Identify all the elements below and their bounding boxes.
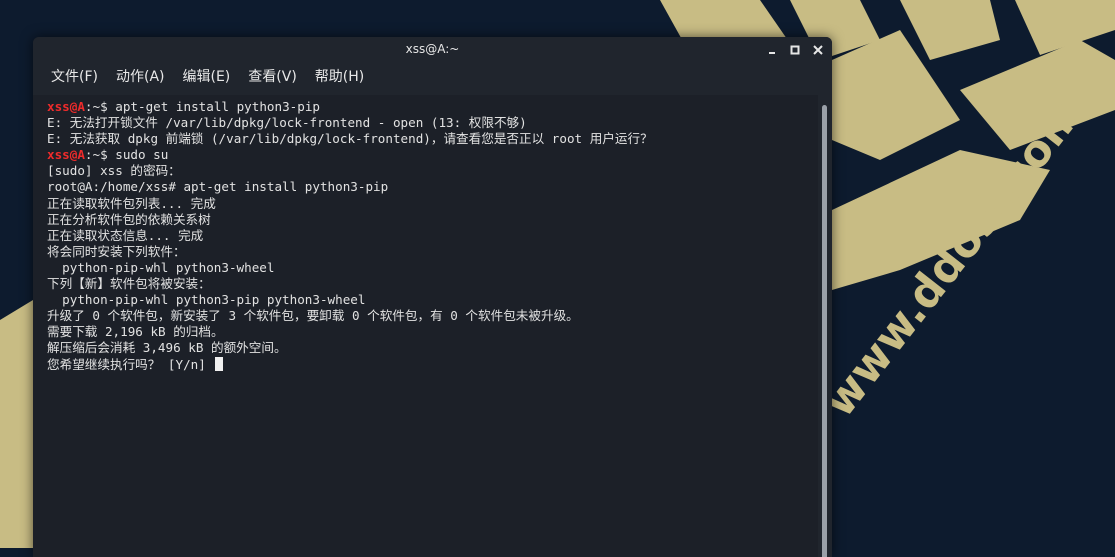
scrollbar[interactable]	[818, 95, 832, 557]
terminal-line: E: 无法获取 dpkg 前端锁 (/var/lib/dpkg/lock-fro…	[47, 131, 818, 147]
output-text: 您希望继续执行吗？ [Y/n]	[47, 356, 214, 372]
terminal-output[interactable]: xss@A:~$ apt-get install python3-pip E: 无…	[33, 95, 818, 557]
command-text: apt-get install python3-pip	[115, 99, 320, 114]
terminal-line: python-pip-whl python3-wheel	[47, 260, 818, 276]
text-cursor	[215, 356, 224, 371]
maximize-icon	[790, 45, 800, 54]
terminal-line: E: 无法打开锁文件 /var/lib/dpkg/lock-frontend -…	[47, 115, 818, 131]
output-text: root@A:/home/xss# apt-get install python…	[47, 179, 389, 195]
output-text: 正在读取软件包列表... 完成	[47, 195, 216, 211]
output-text: [sudo] xss 的密码：	[47, 163, 181, 179]
prompt-path: :~$	[84, 99, 116, 114]
output-text: python-pip-whl python3-wheel	[47, 259, 275, 275]
output-text: 下列【新】软件包将被安装：	[47, 276, 211, 292]
menu-bar: 文件(F) 动作(A) 编辑(E) 查看(V) 帮助(H)	[33, 62, 832, 92]
terminal-line: 将会同时安装下列软件：	[47, 244, 818, 260]
terminal-line: xss@A:~$ sudo su	[47, 147, 818, 163]
terminal-line: 需要下载 2,196 kB 的归档。	[47, 324, 818, 340]
close-icon	[813, 44, 823, 55]
window-controls	[766, 37, 824, 62]
prompt-user: xss@A	[47, 99, 85, 114]
output-text: 正在读取状态信息... 完成	[47, 227, 204, 243]
output-text: 需要下载 2,196 kB 的归档。	[47, 324, 224, 340]
command-text: sudo su	[115, 147, 169, 163]
output-text: python-pip-whl python3-pip python3-wheel	[47, 292, 366, 308]
output-text: 正在分析软件包的依赖关系树	[47, 211, 211, 227]
scrollbar-thumb[interactable]	[822, 105, 827, 557]
menu-view[interactable]: 查看(V)	[239, 62, 306, 92]
terminal-line: 解压缩后会消耗 3,496 kB 的额外空间。	[47, 340, 818, 356]
terminal-line: 正在分析软件包的依赖关系树	[47, 212, 818, 228]
menu-edit[interactable]: 编辑(E)	[174, 62, 240, 92]
prompt-path: :~$	[84, 147, 116, 163]
output-text: 将会同时安装下列软件：	[47, 243, 186, 259]
terminal-line: 正在读取状态信息... 完成	[47, 228, 818, 244]
terminal-line: 下列【新】软件包将被安装：	[47, 276, 818, 292]
terminal-line: 升级了 0 个软件包，新安装了 3 个软件包，要卸载 0 个软件包，有 0 个软…	[47, 308, 818, 324]
menu-help[interactable]: 帮助(H)	[306, 62, 373, 92]
terminal-window: xss@A:~ 文件(F) 动作(A) 编辑(E) 查看(V) 帮助(H) xs…	[33, 37, 832, 557]
terminal-line: xss@A:~$ apt-get install python3-pip	[47, 99, 818, 115]
minimize-button[interactable]	[766, 44, 778, 56]
output-text: 解压缩后会消耗 3,496 kB 的额外空间。	[47, 340, 287, 356]
output-text: E: 无法打开锁文件 /var/lib/dpkg/lock-frontend -…	[47, 115, 527, 131]
menu-action[interactable]: 动作(A)	[107, 62, 174, 92]
maximize-button[interactable]	[789, 44, 801, 56]
terminal-line: [sudo] xss 的密码：	[47, 163, 818, 179]
minimize-icon	[769, 51, 775, 54]
output-text: E: 无法获取 dpkg 前端锁 (/var/lib/dpkg/lock-fro…	[47, 131, 653, 147]
prompt-user: xss@A	[47, 147, 85, 163]
window-title: xss@A:~	[405, 42, 460, 56]
terminal-line: python-pip-whl python3-pip python3-wheel	[47, 292, 818, 308]
menu-file[interactable]: 文件(F)	[42, 62, 107, 92]
output-text: 升级了 0 个软件包，新安装了 3 个软件包，要卸载 0 个软件包，有 0 个软…	[47, 308, 579, 324]
title-bar[interactable]: xss@A:~	[33, 37, 832, 62]
terminal-line: root@A:/home/xss# apt-get install python…	[47, 179, 818, 195]
terminal-line: 您希望继续执行吗？ [Y/n]	[47, 356, 818, 373]
close-button[interactable]	[812, 44, 824, 56]
terminal-line: 正在读取软件包列表... 完成	[47, 196, 818, 212]
